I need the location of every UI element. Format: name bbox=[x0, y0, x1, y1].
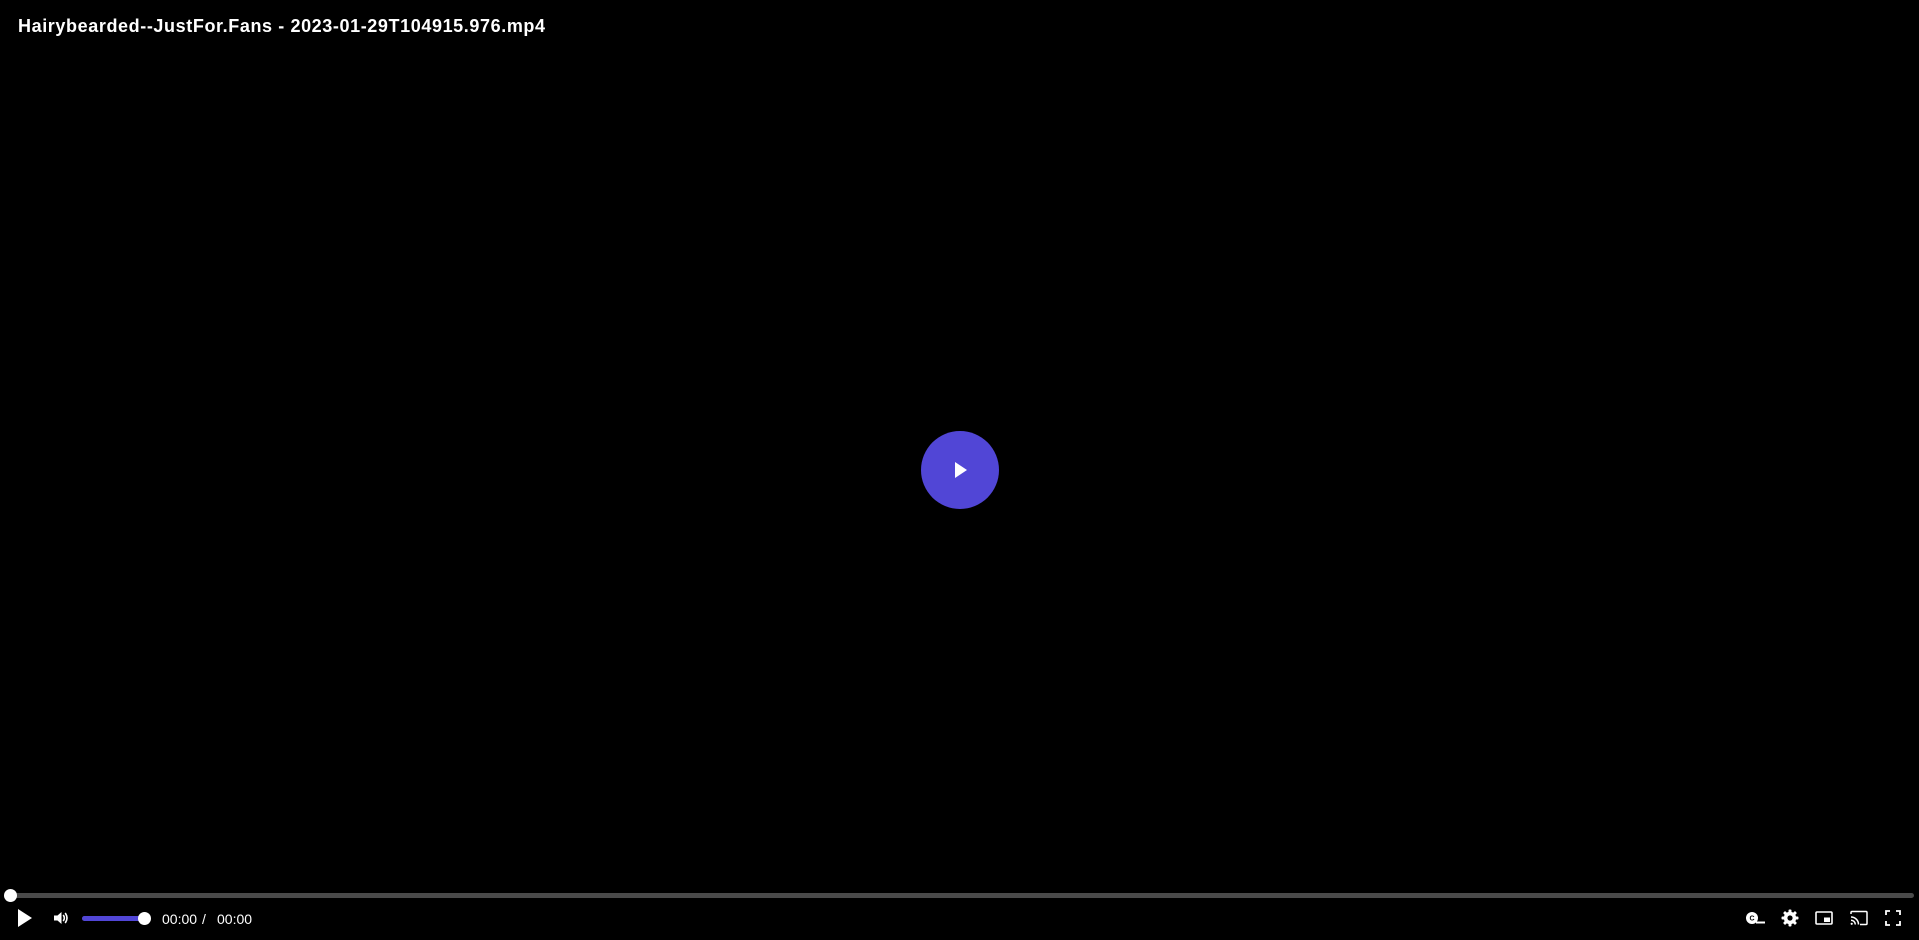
mute-button[interactable] bbox=[46, 904, 76, 934]
picture-in-picture-icon bbox=[1815, 910, 1833, 929]
duration: 00:00 bbox=[217, 911, 253, 927]
fullscreen-button[interactable] bbox=[1878, 904, 1908, 934]
play-button[interactable] bbox=[10, 904, 40, 934]
svg-text:C: C bbox=[1749, 915, 1754, 922]
play-icon bbox=[16, 908, 34, 931]
captions-button[interactable]: C bbox=[1740, 904, 1770, 934]
current-time: 00:00 bbox=[162, 911, 198, 927]
play-icon bbox=[950, 460, 970, 480]
volume-icon bbox=[52, 909, 70, 930]
cast-icon bbox=[1850, 910, 1868, 929]
settings-button[interactable] bbox=[1775, 904, 1805, 934]
cast-button[interactable] bbox=[1844, 904, 1874, 934]
control-bar: 00:00 / 00:00 C bbox=[0, 904, 1919, 934]
progress-thumb[interactable] bbox=[4, 889, 17, 902]
video-title: Hairybearded--JustFor.Fans - 2023-01-29T… bbox=[18, 16, 546, 36]
gear-icon bbox=[1781, 909, 1799, 930]
volume-slider[interactable] bbox=[82, 912, 151, 925]
volume-thumb[interactable] bbox=[138, 912, 151, 925]
captions-icon: C bbox=[1744, 909, 1766, 930]
progress-bar[interactable] bbox=[4, 889, 1914, 902]
big-play-button[interactable] bbox=[921, 431, 999, 509]
time-separator: / bbox=[202, 911, 206, 927]
volume-fill bbox=[82, 916, 144, 921]
pip-button[interactable] bbox=[1809, 904, 1839, 934]
video-player[interactable]: Hairybearded--JustFor.Fans - 2023-01-29T… bbox=[0, 0, 1919, 940]
fullscreen-icon bbox=[1885, 909, 1901, 929]
